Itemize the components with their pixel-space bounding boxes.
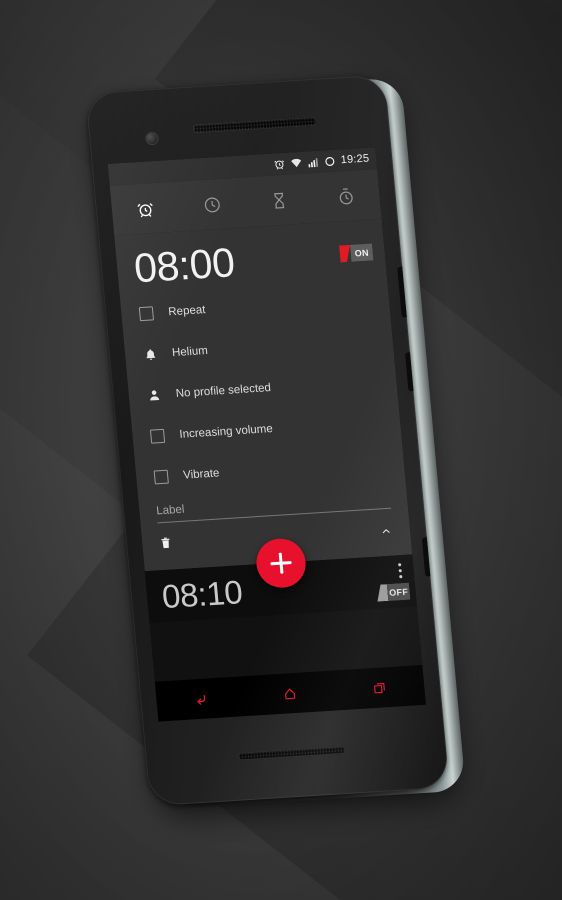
option-label: Helium — [171, 344, 209, 359]
phone-device: 19:25 08:00 ON Repeat Helium No profile … — [85, 74, 466, 820]
option-label: Repeat — [167, 303, 206, 318]
alarm-icon — [273, 158, 286, 171]
front-camera — [144, 131, 160, 146]
alarm-time[interactable]: 08:00 — [132, 239, 236, 291]
checkbox-icon[interactable] — [153, 469, 170, 484]
toggle-label: ON — [349, 243, 374, 262]
alarm-collapsed-toggle[interactable]: OFF — [376, 582, 411, 602]
toggle-knob — [376, 584, 389, 602]
bottom-speaker-grille — [237, 745, 347, 761]
android-nav-bar — [154, 664, 426, 722]
alarm-card-expanded: 08:00 ON Repeat Helium No profile select… — [114, 218, 413, 572]
battery-icon — [324, 155, 336, 167]
tab-stopwatch[interactable] — [310, 169, 381, 223]
alarm-collapsed-time[interactable]: 08:10 — [146, 573, 243, 615]
option-label: No profile selected — [175, 381, 272, 400]
chevron-up-icon[interactable] — [378, 522, 394, 541]
toggle-label: OFF — [386, 582, 411, 601]
signal-icon — [307, 156, 320, 168]
option-label: Vibrate — [182, 466, 220, 482]
status-bar-clock: 19:25 — [340, 152, 370, 167]
phone-screen: 19:25 08:00 ON Repeat Helium No profile … — [107, 147, 426, 722]
checkbox-icon[interactable] — [138, 305, 155, 321]
option-label: Increasing volume — [178, 422, 274, 441]
nav-recents-button[interactable] — [334, 677, 425, 698]
tab-timer[interactable] — [243, 173, 314, 227]
nav-home-button[interactable] — [245, 683, 336, 704]
trash-icon[interactable] — [159, 535, 174, 557]
earpiece-grille — [192, 116, 318, 134]
nav-back-button[interactable] — [156, 688, 247, 711]
alarm-enable-toggle[interactable]: ON — [339, 243, 374, 262]
person-icon — [145, 387, 162, 402]
checkbox-icon[interactable] — [149, 428, 166, 444]
wifi-icon — [290, 157, 303, 170]
tab-alarm[interactable] — [110, 182, 181, 236]
bell-icon — [141, 347, 158, 362]
overflow-menu-icon[interactable] — [398, 563, 403, 579]
tab-clock[interactable] — [177, 177, 248, 231]
